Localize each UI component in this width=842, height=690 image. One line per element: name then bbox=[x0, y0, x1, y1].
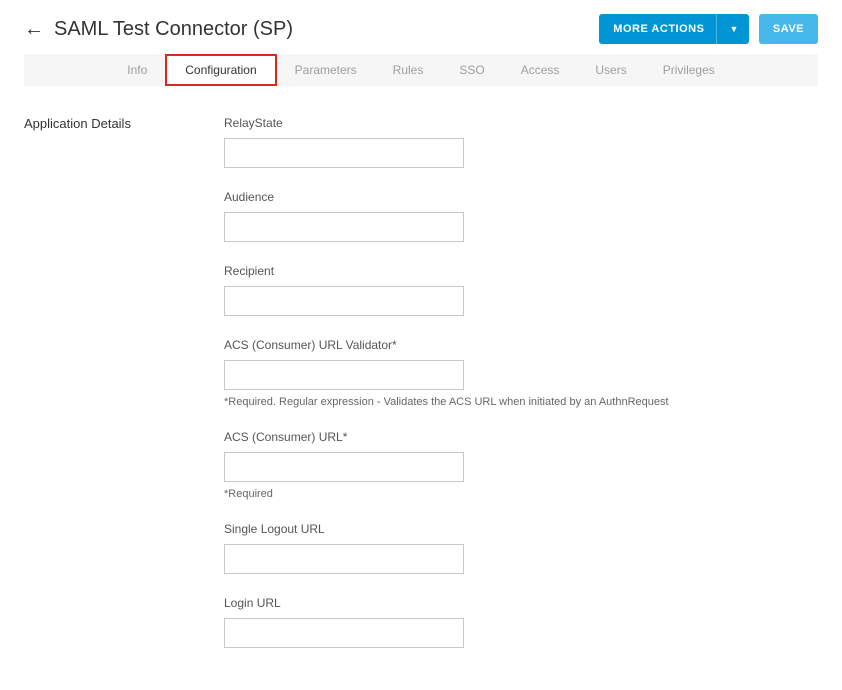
field-acs-validator: ACS (Consumer) URL Validator* *Required.… bbox=[224, 338, 818, 408]
acs-url-label: ACS (Consumer) URL* bbox=[224, 430, 818, 444]
field-login-url: Login URL bbox=[224, 596, 818, 648]
acs-url-input[interactable] bbox=[224, 452, 464, 482]
back-arrow-icon[interactable]: ← bbox=[24, 19, 44, 39]
tab-info[interactable]: Info bbox=[109, 54, 165, 86]
caret-down-icon[interactable]: ▼ bbox=[729, 24, 738, 34]
tab-configuration[interactable]: Configuration bbox=[165, 54, 276, 86]
tab-parameters[interactable]: Parameters bbox=[277, 54, 375, 86]
field-slo-url: Single Logout URL bbox=[224, 522, 818, 574]
tab-users[interactable]: Users bbox=[577, 54, 644, 86]
header-actions: MORE ACTIONS ▼ SAVE bbox=[599, 14, 818, 44]
field-relaystate: RelayState bbox=[224, 116, 818, 168]
acs-validator-input[interactable] bbox=[224, 360, 464, 390]
page-header: ← SAML Test Connector (SP) MORE ACTIONS … bbox=[0, 0, 842, 54]
content-area: Application Details RelayState Audience … bbox=[0, 86, 842, 690]
field-acs-url: ACS (Consumer) URL* *Required bbox=[224, 430, 818, 500]
page-title: SAML Test Connector (SP) bbox=[54, 18, 293, 41]
tab-rules[interactable]: Rules bbox=[375, 54, 442, 86]
more-actions-label: MORE ACTIONS bbox=[613, 23, 704, 35]
header-left: ← SAML Test Connector (SP) bbox=[24, 18, 293, 41]
login-url-label: Login URL bbox=[224, 596, 818, 610]
recipient-label: Recipient bbox=[224, 264, 818, 278]
acs-validator-label: ACS (Consumer) URL Validator* bbox=[224, 338, 818, 352]
slo-url-label: Single Logout URL bbox=[224, 522, 818, 536]
tab-privileges[interactable]: Privileges bbox=[645, 54, 733, 86]
button-divider bbox=[716, 14, 717, 44]
relaystate-label: RelayState bbox=[224, 116, 818, 130]
audience-label: Audience bbox=[224, 190, 818, 204]
form-area: RelayState Audience Recipient ACS (Consu… bbox=[224, 116, 818, 670]
field-recipient: Recipient bbox=[224, 264, 818, 316]
tabs-bar: Info Configuration Parameters Rules SSO … bbox=[24, 54, 818, 86]
field-audience: Audience bbox=[224, 190, 818, 242]
save-button[interactable]: SAVE bbox=[759, 14, 818, 44]
slo-url-input[interactable] bbox=[224, 544, 464, 574]
acs-url-help: *Required bbox=[224, 488, 818, 500]
acs-validator-help: *Required. Regular expression - Validate… bbox=[224, 396, 818, 408]
recipient-input[interactable] bbox=[224, 286, 464, 316]
tab-sso[interactable]: SSO bbox=[441, 54, 502, 86]
login-url-input[interactable] bbox=[224, 618, 464, 648]
tab-access[interactable]: Access bbox=[503, 54, 578, 86]
more-actions-button[interactable]: MORE ACTIONS ▼ bbox=[599, 14, 749, 44]
audience-input[interactable] bbox=[224, 212, 464, 242]
section-title: Application Details bbox=[24, 116, 204, 670]
relaystate-input[interactable] bbox=[224, 138, 464, 168]
